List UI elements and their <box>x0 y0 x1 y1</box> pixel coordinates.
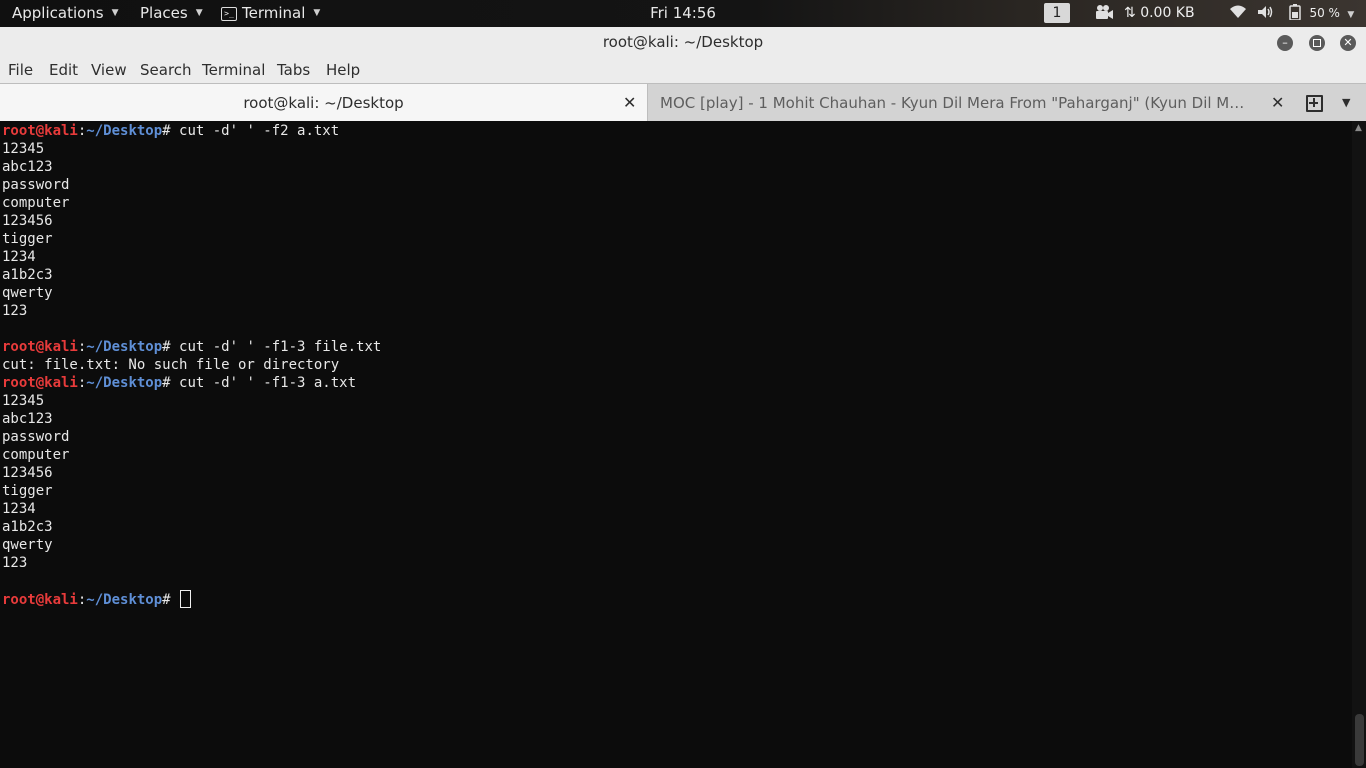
network-speed-value: 0.00 KB <box>1140 5 1195 21</box>
output-line: 123 <box>2 555 28 571</box>
menu-bar: File Edit View Search Terminal Tabs Help <box>0 58 1366 83</box>
prompt-path: ~/Desktop <box>86 123 163 139</box>
output-line: qwerty <box>2 285 53 301</box>
tab-close-icon[interactable]: ✕ <box>1271 84 1284 122</box>
command-text: cut -d' ' -f2 a.txt <box>179 123 340 139</box>
tab-moc-player[interactable]: MOC [play] - 1 Mohit Chauhan - Kyun Dil … <box>648 84 1293 122</box>
output-line: a1b2c3 <box>2 267 53 283</box>
prompt-symbol: # <box>162 123 180 139</box>
output-line: 1234 <box>2 501 36 517</box>
prompt-path: ~/Desktop <box>86 375 163 391</box>
maximize-button[interactable] <box>1309 35 1325 51</box>
menu-search[interactable]: Search <box>140 58 192 83</box>
command-text: cut -d' ' -f1-3 file.txt <box>179 339 382 355</box>
command-line: root@kali:~/Desktop# cut -d' ' -f1-3 a.t… <box>2 374 381 392</box>
scrollbar-thumb[interactable] <box>1355 714 1364 766</box>
applications-menu[interactable]: Applications ▼ <box>12 0 119 27</box>
battery-icon <box>1289 4 1301 21</box>
minimize-icon: – <box>1282 36 1288 49</box>
command-line: root@kali:~/Desktop# cut -d' ' -f1-3 fil… <box>2 338 381 356</box>
prompt-user: root@kali <box>2 123 78 139</box>
volume-icon[interactable] <box>1257 0 1275 27</box>
menu-edit[interactable]: Edit <box>49 58 78 83</box>
output-line: abc123 <box>2 159 53 175</box>
prompt-user: root@kali <box>2 592 78 608</box>
output-line: password <box>2 429 70 445</box>
battery-percent: 50 % <box>1309 6 1340 20</box>
close-icon: ✕ <box>1343 36 1353 49</box>
prompt-symbol: # <box>162 592 180 608</box>
prompt-user: root@kali <box>2 375 78 391</box>
output-line: 123 <box>2 303 28 319</box>
clock[interactable]: Fri 14:56 <box>650 4 716 22</box>
terminal-output[interactable]: root@kali:~/Desktop# cut -d' ' -f2 a.txt… <box>0 121 1352 768</box>
output-line: 1234 <box>2 249 36 265</box>
maximize-icon <box>1313 39 1321 47</box>
applications-label: Applications <box>12 4 104 22</box>
wifi-icon[interactable] <box>1229 0 1247 27</box>
tabs-dropdown-icon[interactable]: ▼ <box>1342 84 1350 122</box>
chevron-down-icon: ▼ <box>313 8 321 18</box>
terminal-app-menu[interactable]: >_ Terminal ▼ <box>221 0 320 27</box>
close-window-button[interactable]: ✕ <box>1340 35 1356 51</box>
menu-file[interactable]: File <box>8 58 33 83</box>
minimize-button[interactable]: – <box>1277 35 1293 51</box>
output-line: 123456 <box>2 213 53 229</box>
output-line: tigger <box>2 483 53 499</box>
tab-bar: root@kali: ~/Desktop ✕ MOC [play] - 1 Mo… <box>0 83 1366 122</box>
places-label: Places <box>140 4 188 22</box>
menu-tabs[interactable]: Tabs <box>277 58 310 83</box>
chevron-down-icon: ▼ <box>195 8 203 18</box>
output-line: a1b2c3 <box>2 519 53 535</box>
prompt-symbol: # <box>162 375 180 391</box>
terminal-icon: >_ <box>221 6 237 21</box>
command-line: root@kali:~/Desktop# cut -d' ' -f2 a.txt <box>2 122 381 140</box>
output-line: cut: file.txt: No such file or directory <box>2 357 340 373</box>
chevron-down-icon: ▼ <box>111 8 119 18</box>
tab-label: MOC [play] - 1 Mohit Chauhan - Kyun Dil … <box>660 94 1253 112</box>
window-titlebar[interactable]: root@kali: ~/Desktop – ✕ <box>0 27 1366 59</box>
network-speed[interactable]: ⇅ 0.00 KB <box>1124 0 1195 27</box>
top-panel: Applications ▼ Places ▼ >_ Terminal ▼ Fr… <box>0 0 1366 27</box>
output-line: password <box>2 177 70 193</box>
output-line: abc123 <box>2 411 53 427</box>
output-line: computer <box>2 195 70 211</box>
prompt-path: ~/Desktop <box>86 592 163 608</box>
video-camera-icon[interactable] <box>1094 0 1114 27</box>
menu-view[interactable]: View <box>91 58 127 83</box>
text-cursor <box>180 590 192 608</box>
command-text: cut -d' ' -f1-3 a.txt <box>179 375 357 391</box>
active-prompt-line: root@kali:~/Desktop# <box>2 590 381 608</box>
terminal-lines: root@kali:~/Desktop# cut -d' ' -f2 a.txt… <box>2 122 381 608</box>
output-line: 123456 <box>2 465 53 481</box>
output-line: tigger <box>2 231 53 247</box>
terminal-app-label: Terminal <box>242 4 306 22</box>
menu-help[interactable]: Help <box>326 58 360 83</box>
prompt-path: ~/Desktop <box>86 339 163 355</box>
tab-close-icon[interactable]: ✕ <box>623 84 636 122</box>
tab-label: root@kali: ~/Desktop <box>243 94 404 112</box>
output-line: 12345 <box>2 393 45 409</box>
tab-root-desktop[interactable]: root@kali: ~/Desktop ✕ <box>0 84 648 122</box>
prompt-symbol: # <box>162 339 180 355</box>
places-menu[interactable]: Places ▼ <box>140 0 203 27</box>
output-line: computer <box>2 447 70 463</box>
new-tab-icon[interactable] <box>1306 95 1323 112</box>
battery-menu[interactable]: 50 % ▼ <box>1289 0 1354 27</box>
chevron-down-icon: ▼ <box>1347 10 1355 20</box>
scroll-up-icon[interactable]: ▲ <box>1355 123 1362 133</box>
up-down-arrows-icon: ⇅ <box>1124 5 1136 21</box>
prompt-user: root@kali <box>2 339 78 355</box>
output-line: 12345 <box>2 141 45 157</box>
menu-terminal[interactable]: Terminal <box>202 58 265 83</box>
output-line: qwerty <box>2 537 53 553</box>
workspace-indicator[interactable]: 1 <box>1044 3 1070 23</box>
terminal-scrollbar[interactable]: ▲ <box>1352 121 1366 768</box>
window-title: root@kali: ~/Desktop <box>602 33 764 51</box>
